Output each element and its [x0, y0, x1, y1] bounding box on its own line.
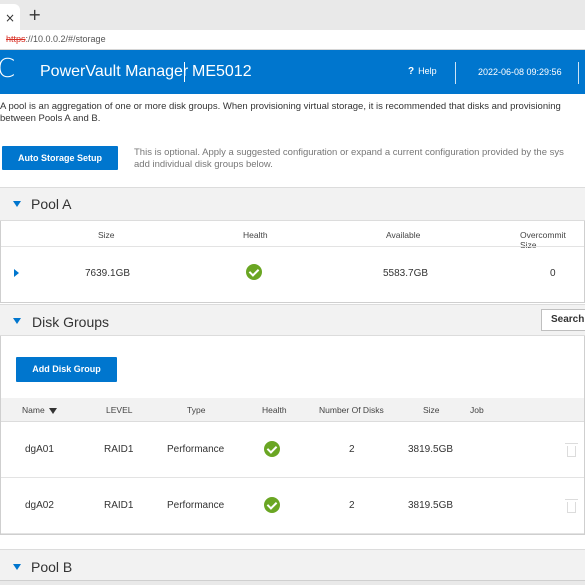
app-header: C PowerVault Manager ME5012 ? Help 2022-0…: [0, 50, 585, 94]
close-tab-icon[interactable]: ×: [5, 11, 15, 25]
pool-a-size: 7639.1GB: [85, 268, 131, 279]
browser-tab-bar: × +: [0, 0, 585, 30]
disk-group-name: dgA01: [25, 444, 54, 455]
auto-setup-note-line-2: add individual disk groups below.: [134, 159, 273, 170]
column-header-size: Size: [98, 230, 115, 240]
add-disk-group-button[interactable]: Add Disk Group: [16, 357, 117, 382]
disk-groups-header[interactable]: Disk Groups: [0, 304, 585, 336]
disk-group-type: Performance: [167, 444, 225, 455]
column-header-job[interactable]: Job: [470, 405, 484, 415]
address-bar[interactable]: https://10.0.0.2/#/storage: [0, 30, 585, 50]
intro-line-1: A pool is an aggregation of one or more …: [0, 101, 561, 112]
app-title: PowerVault Manager: [40, 63, 189, 80]
pool-intro-text: A pool is an aggregation of one or more …: [0, 101, 585, 125]
health-ok-icon: [264, 497, 280, 513]
disk-group-size: 3819.5GB: [408, 444, 454, 455]
pool-a-header[interactable]: Pool A: [0, 187, 585, 221]
column-header-overcommit: Overcommit Size: [520, 230, 566, 250]
column-header-disks[interactable]: Number Of Disks: [319, 405, 384, 415]
auto-storage-setup-button[interactable]: Auto Storage Setup: [2, 146, 118, 170]
header-divider: [455, 62, 456, 84]
pool-b-title: Pool B: [31, 559, 73, 575]
column-header-available: Available: [386, 230, 421, 240]
title-divider: [184, 62, 185, 82]
collapse-caret-icon[interactable]: [13, 201, 21, 207]
url-protocol: https: [6, 34, 26, 44]
pool-a-table: Size Health Available Overcommit Size 76…: [0, 221, 585, 303]
sort-descending-icon[interactable]: [48, 407, 57, 414]
trash-icon[interactable]: [565, 499, 578, 513]
help-label: Help: [418, 66, 437, 76]
auto-setup-note: This is optional. Apply a suggested conf…: [134, 147, 585, 171]
health-ok-icon: [246, 264, 262, 280]
health-ok-icon: [264, 441, 280, 457]
header-divider: [578, 62, 579, 84]
pool-a-title: Pool A: [31, 196, 72, 212]
system-datetime: 2022-06-08 09:29:56: [478, 67, 562, 77]
disk-group-disks: 2: [349, 500, 355, 511]
help-link[interactable]: ? Help: [408, 66, 437, 77]
disk-group-level: RAID1: [104, 444, 134, 455]
trash-icon[interactable]: [565, 443, 578, 457]
column-header-name[interactable]: Name: [22, 405, 57, 415]
column-header-level[interactable]: LEVEL: [106, 405, 132, 415]
divider: [1, 246, 584, 247]
dell-logo: C: [0, 54, 16, 84]
column-header-name-label: Name: [22, 405, 45, 415]
window-bottom-edge: [0, 580, 585, 585]
pool-b-header[interactable]: Pool B: [0, 549, 585, 583]
pool-a-available: 5583.7GB: [383, 268, 429, 279]
collapse-caret-icon[interactable]: [13, 318, 21, 324]
disk-groups-table-header: Name LEVEL Type Health Number Of Disks S…: [1, 398, 584, 422]
disk-group-level: RAID1: [104, 500, 134, 511]
disk-group-size: 3819.5GB: [408, 500, 454, 511]
collapse-caret-icon[interactable]: [13, 564, 21, 570]
system-model: ME5012: [192, 63, 252, 80]
table-row[interactable]: dgA01 RAID1 Performance 2 3819.5GB: [1, 422, 584, 478]
column-header-type[interactable]: Type: [187, 405, 205, 415]
expand-row-arrow-icon[interactable]: [14, 269, 19, 277]
disk-groups-title: Disk Groups: [32, 314, 110, 330]
table-row[interactable]: dgA02 RAID1 Performance 2 3819.5GB: [1, 478, 584, 534]
column-header-health: Health: [243, 230, 268, 240]
disk-group-type: Performance: [167, 500, 225, 511]
new-tab-icon[interactable]: +: [28, 5, 41, 24]
url-path: ://10.0.0.2/#/storage: [25, 34, 106, 44]
column-header-health[interactable]: Health: [262, 405, 287, 415]
help-icon: ?: [408, 66, 415, 77]
intro-line-2: between Pools A and B.: [0, 113, 101, 124]
disk-group-disks: 2: [349, 444, 355, 455]
browser-tab[interactable]: ×: [0, 4, 20, 30]
column-header-size[interactable]: Size: [423, 405, 440, 415]
auto-setup-note-line-1: This is optional. Apply a suggested conf…: [134, 147, 564, 158]
search-input[interactable]: Search: [541, 309, 585, 331]
pool-a-overcommit: 0: [550, 268, 556, 279]
disk-group-name: dgA02: [25, 500, 54, 511]
